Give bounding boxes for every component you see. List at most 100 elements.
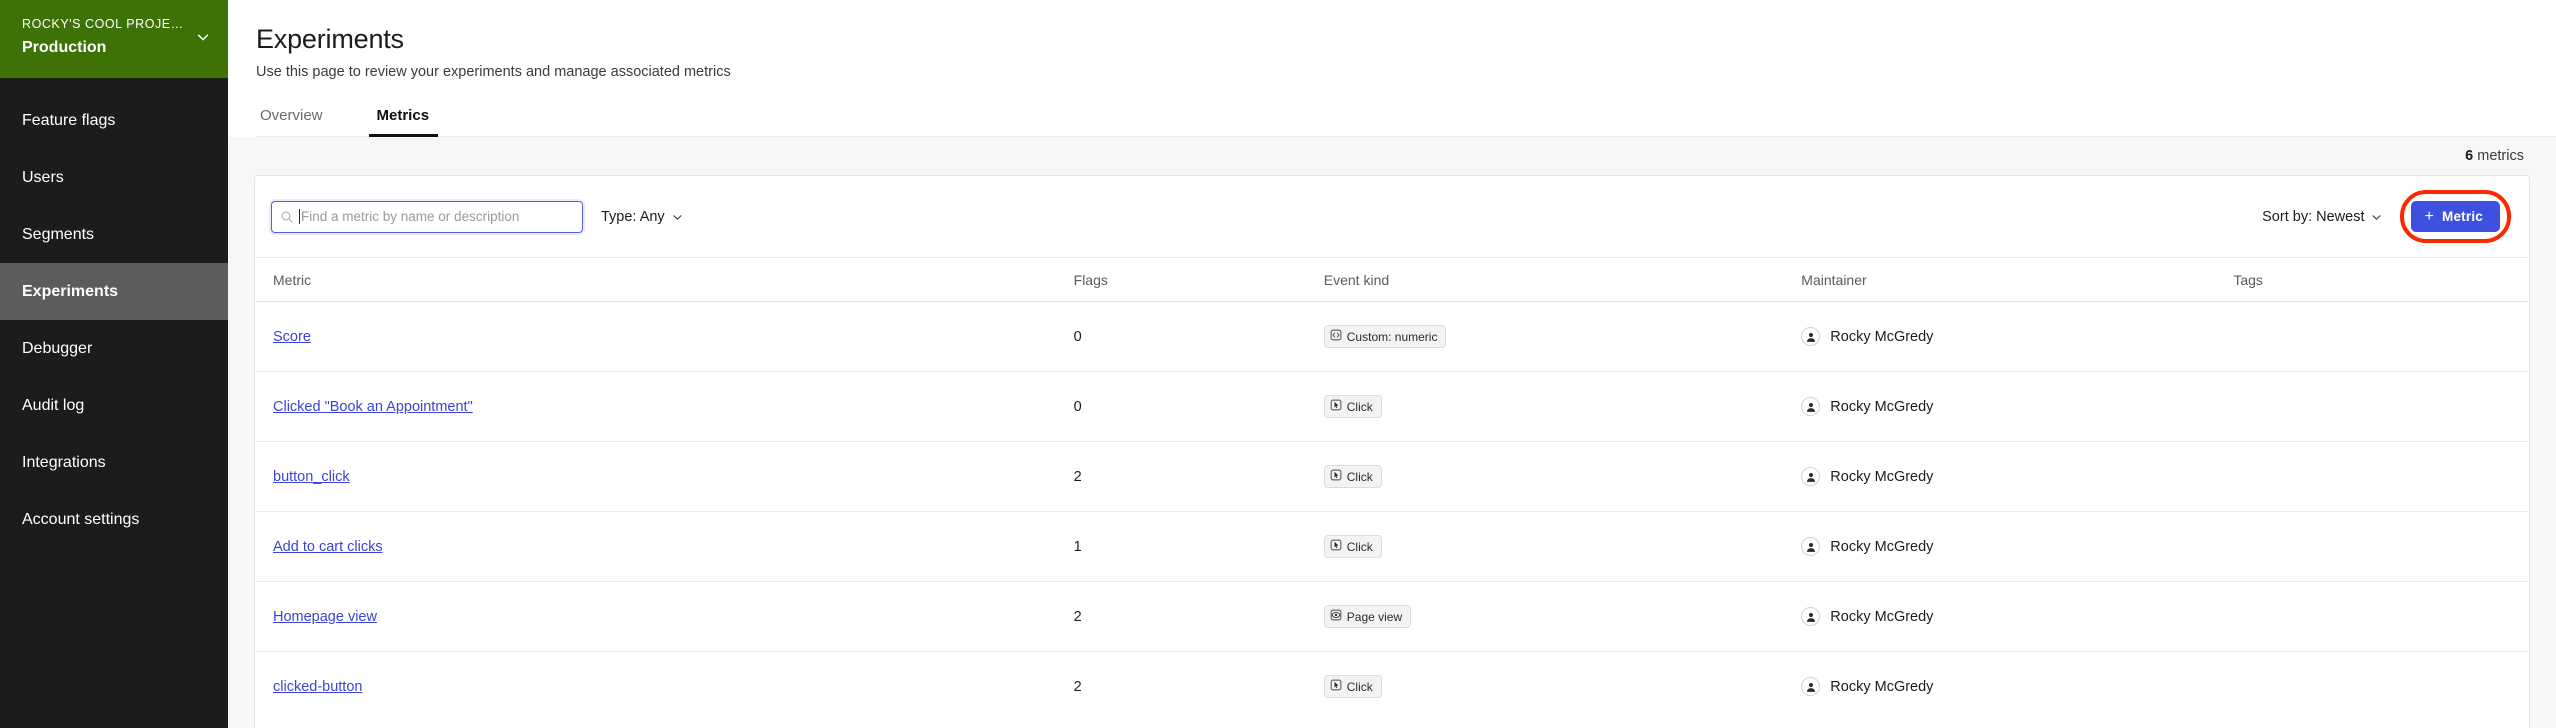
- add-metric-annotation-ring: + Metric: [2400, 190, 2511, 243]
- event-kind-label: Click: [1346, 399, 1373, 414]
- sidebar-item-experiments[interactable]: Experiments: [0, 263, 228, 320]
- maintainer-cell: Rocky McGredy: [1801, 677, 2233, 697]
- avatar: [1801, 397, 1821, 416]
- tab-overview[interactable]: Overview: [256, 103, 327, 136]
- table-body: Score 0 Custom: numeric Rocky McGredy Cl…: [255, 301, 2529, 722]
- metric-link[interactable]: Homepage view: [273, 609, 377, 625]
- maintainer-cell: Rocky McGredy: [1801, 467, 2233, 486]
- code-icon: [1330, 329, 1347, 344]
- page-subtitle: Use this page to review your experiments…: [256, 64, 731, 80]
- chevron-down-icon: [672, 211, 683, 222]
- sidebar-item-users[interactable]: Users: [0, 149, 228, 206]
- event-kind-badge: Click: [1323, 395, 1382, 418]
- metric-link[interactable]: clicked-button: [273, 679, 362, 695]
- event-kind-badge: Click: [1323, 465, 1382, 488]
- sort-by-label: Sort by: Newest: [2262, 208, 2365, 225]
- flags-count: 2: [1073, 678, 1082, 695]
- column-header-maintainer[interactable]: Maintainer: [1801, 258, 2234, 302]
- sidebar-item-label: Integrations: [22, 453, 106, 471]
- add-metric-button[interactable]: + Metric: [2411, 201, 2500, 232]
- type-filter-dropdown[interactable]: Type: Any: [601, 209, 683, 225]
- sidebar-item-audit-log[interactable]: Audit log: [0, 377, 228, 434]
- table-header-row: Metric Flags Event kind Maintainer Tags: [255, 258, 2529, 302]
- maintainer-name: Rocky McGredy: [1830, 608, 1934, 625]
- toolbar-right: Sort by: Newest + Metric: [2262, 190, 2511, 243]
- sidebar-item-account-settings[interactable]: Account settings: [0, 491, 228, 548]
- maintainer-cell: Rocky McGredy: [1801, 327, 2233, 346]
- avatar: [1801, 467, 1821, 486]
- table-row[interactable]: clicked-button 2 Click Rocky McGredy: [255, 652, 2529, 722]
- type-filter-label: Type: Any: [601, 208, 665, 225]
- avatar: [1801, 537, 1821, 556]
- event-kind-label: Click: [1346, 679, 1373, 694]
- column-header-flags[interactable]: Flags: [1073, 258, 1324, 302]
- cursor-icon: [1330, 679, 1347, 694]
- sort-by-dropdown[interactable]: Sort by: Newest: [2262, 209, 2382, 225]
- maintainer-cell: Rocky McGredy: [1801, 537, 2233, 556]
- search-placeholder: Find a metric by name or description: [301, 209, 520, 224]
- metric-link[interactable]: Score: [273, 329, 311, 345]
- page-header: Experiments Use this page to review your…: [228, 0, 2556, 81]
- chevron-down-icon: [196, 30, 210, 44]
- sidebar-item-feature-flags[interactable]: Feature flags: [0, 92, 228, 149]
- sidebar-item-label: Segments: [22, 225, 95, 243]
- metrics-count-number: 6: [2465, 148, 2474, 164]
- tab-bar: Overview Metrics: [256, 103, 2556, 137]
- sidebar-item-label: Users: [22, 168, 64, 186]
- sidebar-nav: Feature flags Users Segments Experiments…: [0, 78, 228, 728]
- sidebar-item-label: Audit log: [22, 396, 85, 414]
- avatar: [1801, 607, 1821, 626]
- flags-count: 2: [1073, 468, 1082, 485]
- maintainer-name: Rocky McGredy: [1830, 538, 1934, 555]
- metric-link[interactable]: Clicked "Book an Appointment": [273, 399, 473, 415]
- tab-metrics[interactable]: Metrics: [368, 103, 438, 137]
- maintainer-cell: Rocky McGredy: [1801, 607, 2233, 626]
- project-name: ROCKY'S COOL PROJE…: [22, 17, 184, 31]
- table-row[interactable]: Add to cart clicks 1 Click Rocky McGredy: [255, 511, 2529, 582]
- metrics-count: 6 metrics: [228, 137, 2556, 175]
- event-kind-label: Click: [1346, 469, 1373, 484]
- plus-icon: +: [2424, 207, 2435, 225]
- flags-count: 0: [1073, 328, 1082, 345]
- metrics-table: Metric Flags Event kind Maintainer Tags …: [255, 258, 2529, 722]
- avatar: [1801, 677, 1821, 697]
- maintainer-name: Rocky McGredy: [1830, 678, 1934, 695]
- column-header-event-kind[interactable]: Event kind: [1323, 258, 1802, 302]
- metric-link[interactable]: button_click: [273, 469, 350, 485]
- event-kind-badge: Custom: numeric: [1323, 325, 1447, 348]
- sidebar-item-debugger[interactable]: Debugger: [0, 320, 228, 377]
- table-row[interactable]: Clicked "Book an Appointment" 0 Click Ro…: [255, 371, 2529, 442]
- project-switcher[interactable]: ROCKY'S COOL PROJE… Production: [0, 0, 228, 78]
- event-kind-badge: Page view: [1323, 605, 1412, 628]
- sidebar-item-integrations[interactable]: Integrations: [0, 434, 228, 491]
- column-header-metric[interactable]: Metric: [255, 258, 1074, 302]
- metric-link[interactable]: Add to cart clicks: [273, 539, 383, 555]
- content-area: 6 metrics Find a metric by name or descr…: [228, 137, 2556, 728]
- cursor-icon: [1330, 469, 1347, 484]
- column-header-tags[interactable]: Tags: [2233, 258, 2529, 302]
- sidebar-item-segments[interactable]: Segments: [0, 206, 228, 263]
- maintainer-cell: Rocky McGredy: [1801, 397, 2233, 416]
- chevron-down-icon: [2371, 211, 2382, 222]
- maintainer-name: Rocky McGredy: [1830, 398, 1934, 415]
- sidebar-item-label: Feature flags: [22, 111, 116, 129]
- search-input[interactable]: Find a metric by name or description: [271, 200, 583, 233]
- metrics-card: Find a metric by name or description Typ…: [254, 175, 2530, 728]
- event-kind-label: Click: [1346, 539, 1373, 554]
- sidebar-item-label: Experiments: [22, 282, 119, 300]
- maintainer-name: Rocky McGredy: [1830, 468, 1934, 485]
- flags-count: 1: [1073, 538, 1082, 555]
- project-environment: Production: [22, 39, 107, 56]
- maintainer-name: Rocky McGredy: [1830, 328, 1934, 345]
- page-title: Experiments: [256, 24, 404, 54]
- table-row[interactable]: Score 0 Custom: numeric Rocky McGredy: [255, 301, 2529, 372]
- sidebar: ROCKY'S COOL PROJE… Production Feature f…: [0, 0, 228, 728]
- table-row[interactable]: button_click 2 Click Rocky McGredy: [255, 441, 2529, 512]
- metrics-toolbar: Find a metric by name or description Typ…: [255, 176, 2529, 258]
- flags-count: 2: [1073, 608, 1082, 625]
- sidebar-item-label: Debugger: [22, 339, 93, 357]
- event-kind-badge: Click: [1323, 675, 1382, 699]
- sidebar-item-label: Account settings: [22, 510, 140, 528]
- tab-label: Overview: [260, 107, 323, 124]
- table-row[interactable]: Homepage view 2 Page view Rocky McGredy: [255, 581, 2529, 652]
